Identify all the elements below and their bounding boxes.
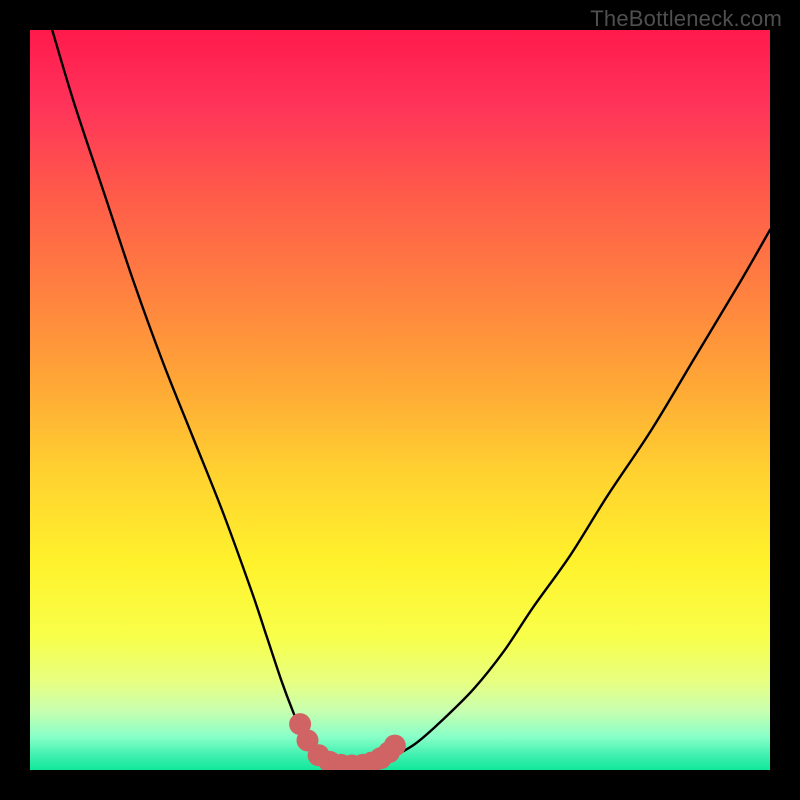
- valley-dots: [30, 30, 770, 770]
- valley-dot: [384, 735, 406, 757]
- watermark-text: TheBottleneck.com: [590, 6, 782, 32]
- plot-area: [30, 30, 770, 770]
